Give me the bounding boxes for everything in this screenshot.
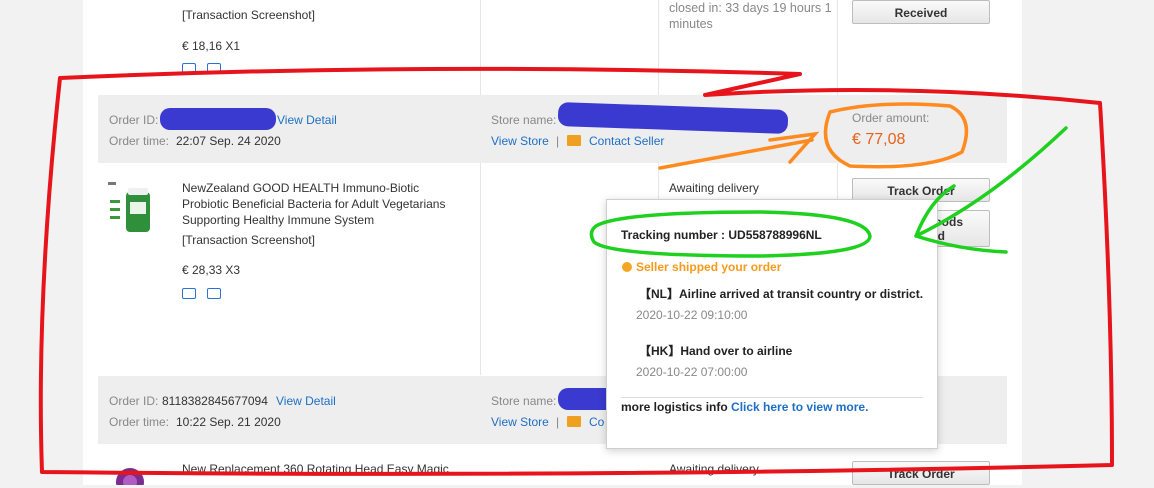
green-annotation-arrow [914, 126, 1068, 254]
orange-annotation-arrow [658, 131, 820, 170]
orange-annotation-circle [823, 102, 969, 169]
annotation-overlay [38, 66, 1114, 476]
green-annotation-circle [589, 210, 872, 258]
red-annotation-loop [38, 66, 1114, 476]
